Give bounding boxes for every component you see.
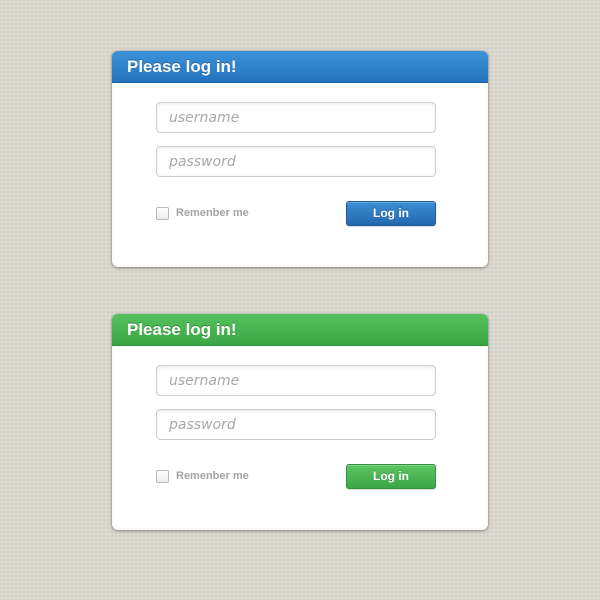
username-input[interactable] bbox=[156, 102, 436, 133]
checkbox-icon[interactable] bbox=[156, 206, 169, 220]
remember-me-toggle[interactable]: Remenber me bbox=[156, 468, 249, 484]
remember-me-label: Remenber me bbox=[176, 207, 249, 219]
remember-me-label: Remenber me bbox=[176, 470, 249, 482]
panel-body: Remenber me Log in bbox=[114, 84, 486, 265]
password-input[interactable] bbox=[156, 146, 436, 177]
panel-body: Remenber me Log in bbox=[114, 347, 486, 528]
username-input[interactable] bbox=[156, 365, 436, 396]
login-button[interactable]: Log in bbox=[346, 464, 436, 489]
checkbox-icon[interactable] bbox=[156, 469, 169, 483]
panel-title: Please log in! bbox=[112, 51, 488, 83]
login-panel-blue: Please log in! Remenber me Log in bbox=[112, 51, 488, 267]
login-panel-green: Please log in! Remenber me Log in bbox=[112, 314, 488, 530]
remember-me-toggle[interactable]: Remenber me bbox=[156, 205, 249, 221]
password-input[interactable] bbox=[156, 409, 436, 440]
login-button[interactable]: Log in bbox=[346, 201, 436, 226]
panel-title: Please log in! bbox=[112, 314, 488, 346]
